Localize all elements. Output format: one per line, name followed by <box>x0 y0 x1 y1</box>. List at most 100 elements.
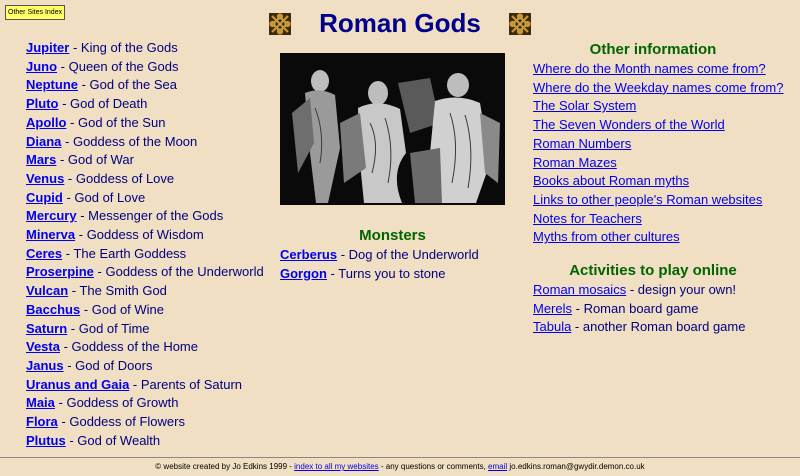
god-description: - Goddess of Growth <box>54 395 179 411</box>
god-link[interactable]: Cupid <box>26 190 63 205</box>
god-description: - God of Doors <box>63 357 153 373</box>
info-link[interactable]: Where do the Weekday names come from? <box>533 80 784 95</box>
footer-divider <box>0 457 800 458</box>
god-link[interactable]: Ceres <box>26 246 62 261</box>
god-link[interactable]: Proserpine <box>26 264 94 279</box>
god-description: - God of Wealth <box>65 432 161 448</box>
list-item: Merels - Roman board game <box>533 300 798 319</box>
info-link[interactable]: The Seven Wonders of the World <box>533 117 725 132</box>
list-item: Roman mosaics - design your own! <box>533 281 798 300</box>
info-link[interactable]: Links to other people's Roman websites <box>533 192 762 207</box>
celtic-knot-icon <box>268 12 291 35</box>
list-item: Proserpine - Goddess of the Underworld <box>26 263 276 282</box>
list-item: Jupiter - King of the Gods <box>26 39 276 58</box>
god-link[interactable]: Plutus <box>26 433 66 448</box>
god-link[interactable]: Mercury <box>26 208 77 223</box>
list-item: Venus - Goddess of Love <box>26 170 276 189</box>
list-item: Bacchus - God of Wine <box>26 301 276 320</box>
middle-column: Monsters Cerberus - Dog of the Underworl… <box>280 53 510 283</box>
list-item: Saturn - God of Time <box>26 320 276 339</box>
list-item: Mercury - Messenger of the Gods <box>26 207 276 226</box>
info-link[interactable]: Where do the Month names come from? <box>533 61 766 76</box>
list-item: Mars - God of War <box>26 151 276 170</box>
list-item: Juno - Queen of the Gods <box>26 58 276 77</box>
god-link[interactable]: Neptune <box>26 77 78 92</box>
info-link[interactable]: Notes for Teachers <box>533 211 642 226</box>
god-description: - Parents of Saturn <box>129 376 243 392</box>
god-link[interactable]: Apollo <box>26 115 66 130</box>
god-link[interactable]: Saturn <box>26 321 67 336</box>
god-link[interactable]: Diana <box>26 134 61 149</box>
info-link[interactable]: The Solar System <box>533 98 636 113</box>
god-description: - God of Love <box>62 189 146 205</box>
list-item: Plutus - God of Wealth <box>26 432 276 451</box>
activity-link[interactable]: Tabula <box>533 319 571 334</box>
god-link[interactable]: Minerva <box>26 227 75 242</box>
list-item: Pluto - God of Death <box>26 95 276 114</box>
monster-link[interactable]: Cerberus <box>280 247 337 262</box>
god-link[interactable]: Uranus and Gaia <box>26 377 129 392</box>
god-description: - Goddess of the Home <box>59 339 198 355</box>
info-link[interactable]: Books about Roman myths <box>533 173 689 188</box>
email-address: jo.edkins.roman@gwydir.demon.co.uk <box>507 462 645 471</box>
gods-list: Jupiter - King of the Gods Juno - Queen … <box>26 39 276 450</box>
email-link[interactable]: email <box>488 462 507 471</box>
info-link[interactable]: Myths from other cultures <box>533 229 680 244</box>
footer-text: - any questions or comments, <box>378 462 489 471</box>
statue-relief-illustration <box>280 53 505 205</box>
god-link[interactable]: Flora <box>26 414 58 429</box>
list-item: Vulcan - The Smith God <box>26 282 276 301</box>
god-description: - Goddess of Flowers <box>57 414 185 430</box>
footer: © website created by Jo Edkins 1999 - in… <box>0 462 800 471</box>
god-link[interactable]: Maia <box>26 395 55 410</box>
info-link[interactable]: Roman Mazes <box>533 155 617 170</box>
monster-link[interactable]: Gorgon <box>280 266 327 281</box>
god-description: - Goddess of Wisdom <box>75 227 204 243</box>
god-link[interactable]: Vulcan <box>26 283 68 298</box>
god-link[interactable]: Mars <box>26 152 56 167</box>
activity-link[interactable]: Roman mosaics <box>533 282 626 297</box>
activity-description: - another Roman board game <box>571 319 746 335</box>
gods-statue-image <box>280 53 505 205</box>
list-item: Cupid - God of Love <box>26 189 276 208</box>
activity-description: - Roman board game <box>572 300 699 316</box>
monster-description: - Turns you to stone <box>326 265 446 281</box>
list-item: Neptune - God of the Sea <box>26 76 276 95</box>
god-link[interactable]: Jupiter <box>26 40 69 55</box>
list-item: Flora - Goddess of Flowers <box>26 413 276 432</box>
activity-link[interactable]: Merels <box>533 301 572 316</box>
god-description: - God of the Sun <box>66 114 166 130</box>
list-item: Janus - God of Doors <box>26 357 276 376</box>
index-link[interactable]: index to all my websites <box>294 462 378 471</box>
info-link[interactable]: Roman Numbers <box>533 136 631 151</box>
god-link[interactable]: Venus <box>26 171 64 186</box>
god-description: - God of Death <box>58 96 148 112</box>
monsters-heading: Monsters <box>359 227 426 244</box>
god-link[interactable]: Bacchus <box>26 302 80 317</box>
god-description: - God of the Sea <box>78 77 178 93</box>
god-link[interactable]: Pluto <box>26 96 59 111</box>
god-description: - Goddess of the Moon <box>61 133 198 149</box>
list-item: Uranus and Gaia - Parents of Saturn <box>26 376 276 395</box>
god-link[interactable]: Janus <box>26 358 64 373</box>
monster-description: - Dog of the Underworld <box>337 247 479 262</box>
god-description: - Queen of the Gods <box>57 58 179 74</box>
activities-heading: Activities to play online <box>569 262 737 280</box>
list-item: Diana - Goddess of the Moon <box>26 133 276 152</box>
list-item: Vesta - Goddess of the Home <box>26 338 276 357</box>
god-description: - The Smith God <box>68 283 167 299</box>
page-title: Roman Gods <box>319 8 481 38</box>
god-description: - God of Wine <box>80 301 165 317</box>
god-description: - Goddess of the Underworld <box>93 264 264 280</box>
list-item: Ceres - The Earth Goddess <box>26 245 276 264</box>
god-description: - King of the Gods <box>69 40 178 55</box>
list-item: Cerberus - Dog of the Underworld <box>280 246 510 265</box>
list-item: Maia - Goddess of Growth <box>26 394 276 413</box>
god-link[interactable]: Vesta <box>26 339 60 354</box>
list-item: Minerva - Goddess of Wisdom <box>26 226 276 245</box>
footer-credit: © website created by Jo Edkins 1999 - <box>155 462 295 471</box>
god-description: - God of Time <box>67 320 150 336</box>
god-link[interactable]: Juno <box>26 59 57 74</box>
page-header: Roman Gods <box>0 8 800 38</box>
list-item: Gorgon - Turns you to stone <box>280 265 510 284</box>
